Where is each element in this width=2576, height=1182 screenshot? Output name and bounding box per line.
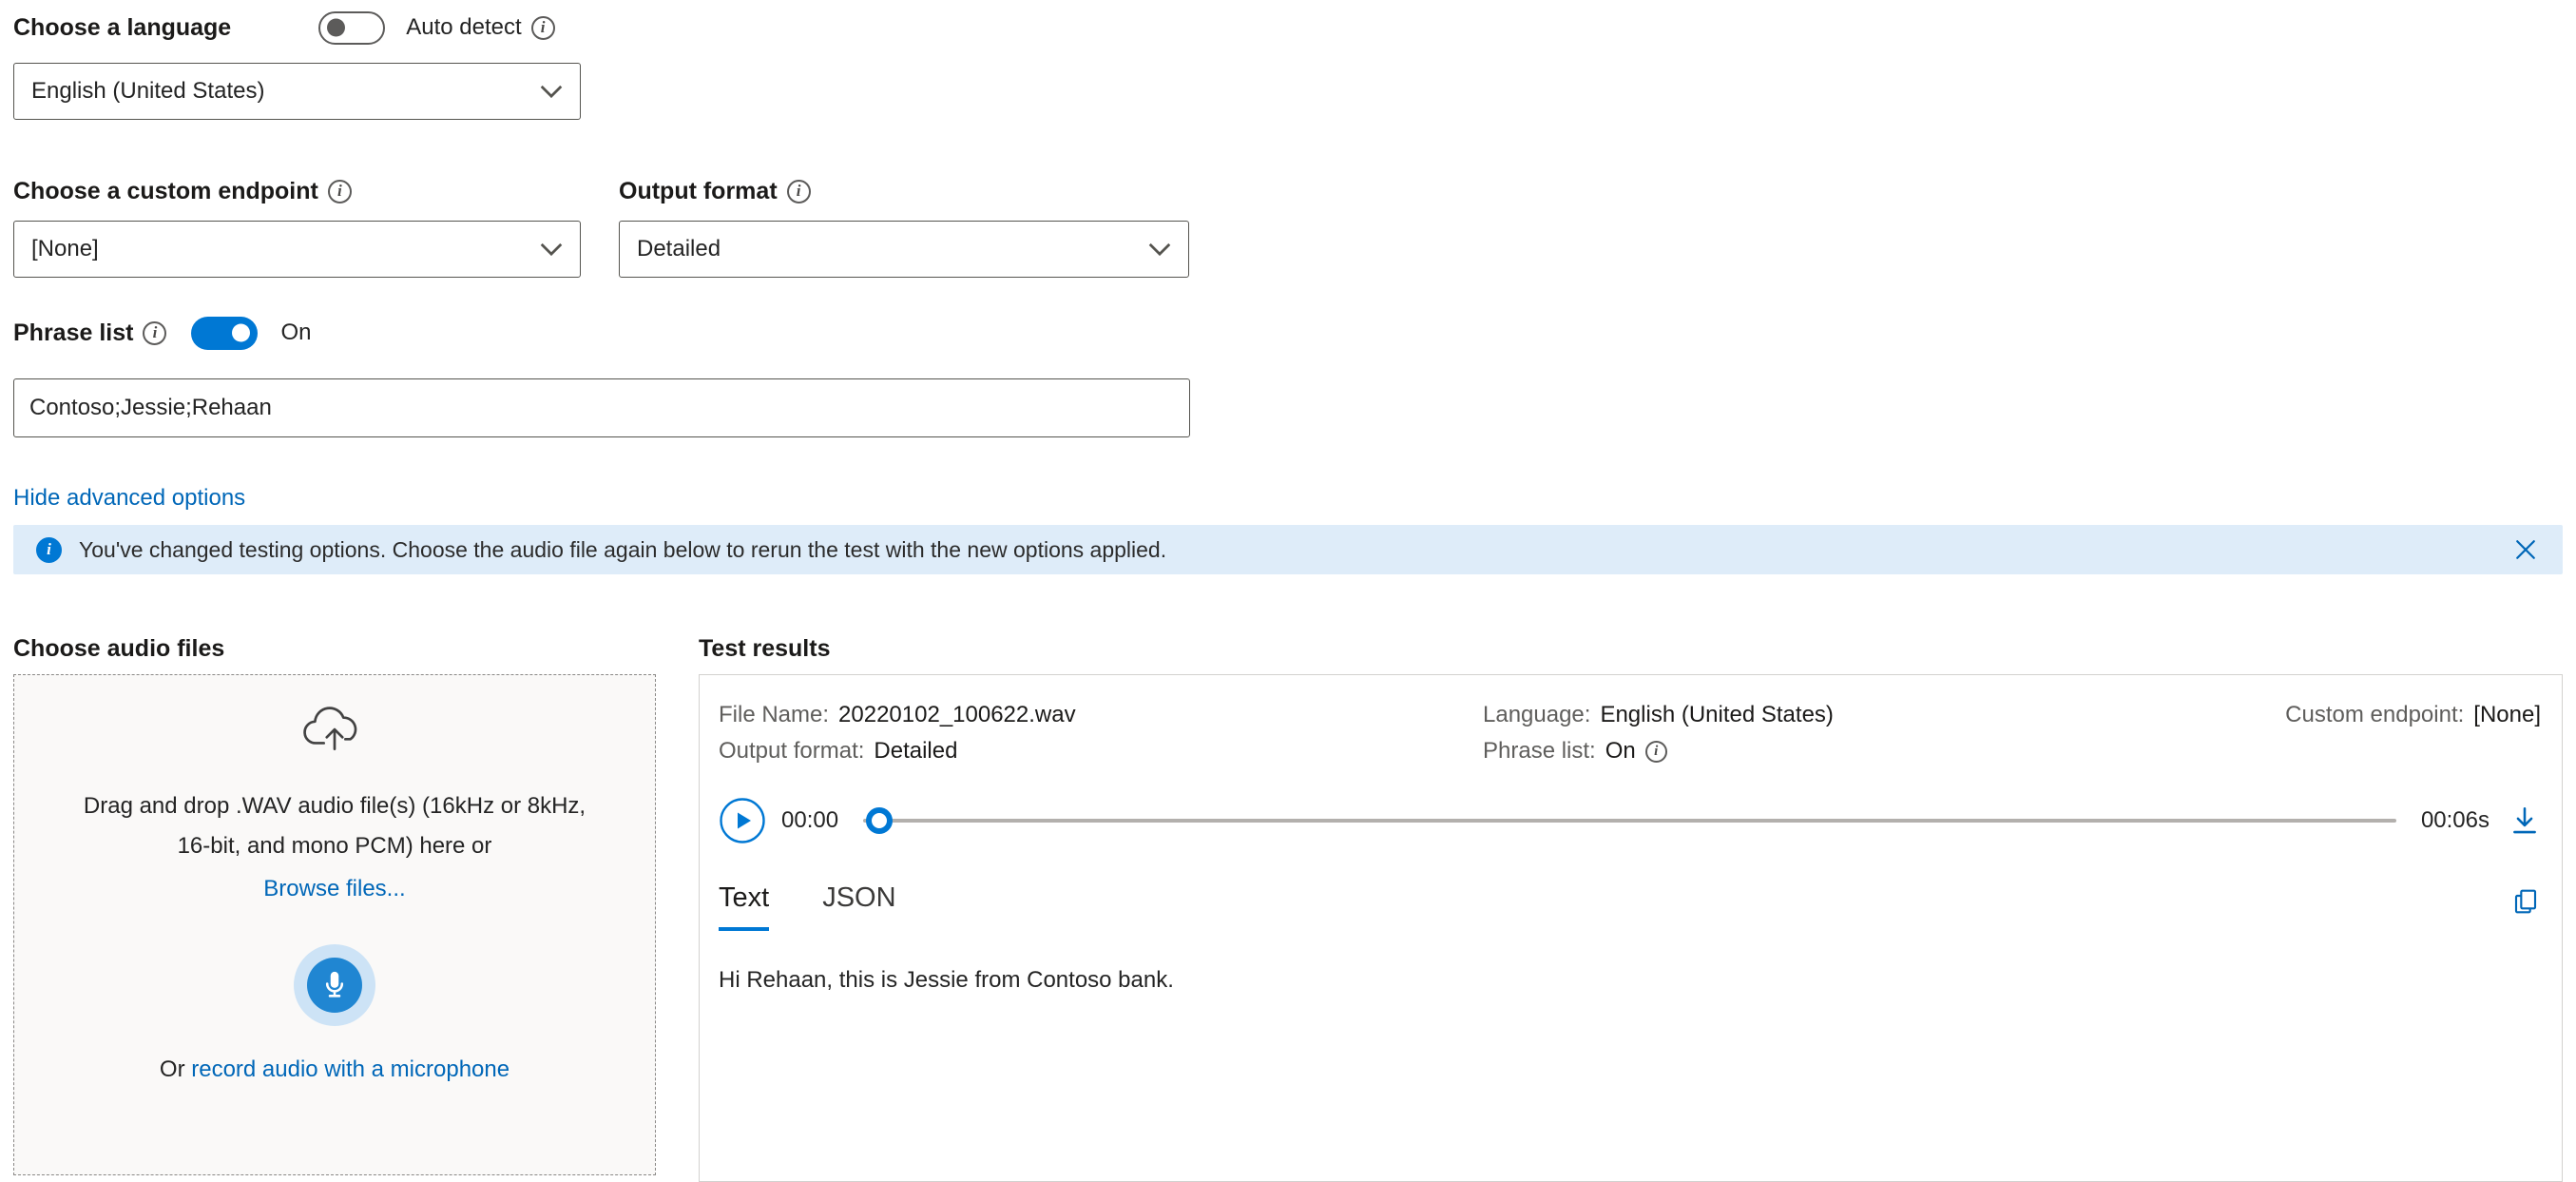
phrase-list-field: Phrase list: On xyxy=(1483,738,2285,765)
hide-advanced-options-link[interactable]: Hide advanced options xyxy=(13,485,245,512)
toggle-knob xyxy=(232,324,250,342)
phrase-list-value: On xyxy=(1605,738,1636,765)
banner-message: You've changed testing options. Choose t… xyxy=(79,537,2494,563)
results-tabs: Text JSON xyxy=(719,882,896,931)
info-icon[interactable] xyxy=(1645,741,1667,763)
tab-text[interactable]: Text xyxy=(719,882,769,931)
close-icon[interactable] xyxy=(2511,535,2540,564)
slider-track xyxy=(863,819,2396,823)
language-field: Language: English (United States) xyxy=(1483,702,2285,728)
record-audio-line: Or record audio with a microphone xyxy=(14,1056,655,1083)
copy-icon[interactable] xyxy=(2510,886,2541,917)
language-label: Language: xyxy=(1483,702,1590,728)
output-format-dropdown-value: Detailed xyxy=(637,236,721,262)
auto-detect-toggle[interactable] xyxy=(318,11,385,45)
record-audio-link[interactable]: record audio with a microphone xyxy=(191,1056,509,1082)
play-button[interactable] xyxy=(719,797,766,844)
file-name-label: File Name: xyxy=(719,702,829,728)
info-banner: You've changed testing options. Choose t… xyxy=(13,525,2563,574)
audio-and-results-section: Choose audio files Drag and drop .WAV au… xyxy=(13,635,2563,1182)
output-format-dropdown[interactable]: Detailed xyxy=(619,221,1189,278)
result-metadata: File Name: 20220102_100622.wav Language:… xyxy=(719,702,2541,765)
language-label-row: Choose a language Auto detect xyxy=(13,11,2563,44)
phrase-list-label: Phrase list xyxy=(13,320,133,347)
current-time: 00:00 xyxy=(781,807,838,834)
custom-endpoint-dropdown-value: [None] xyxy=(31,236,99,262)
info-icon[interactable] xyxy=(787,180,811,203)
output-format-field: Output format Detailed xyxy=(619,175,1189,278)
custom-endpoint-dropdown[interactable]: [None] xyxy=(13,221,581,278)
language-value: English (United States) xyxy=(1600,702,1833,728)
phrase-list-toggle[interactable] xyxy=(191,317,258,350)
auto-detect-label: Auto detect xyxy=(406,14,521,41)
output-format-value: Detailed xyxy=(874,738,957,765)
dropzone-instructions: Drag and drop .WAV audio file(s) (16kHz … xyxy=(74,786,595,866)
output-format-label: Output format: xyxy=(719,738,864,765)
microphone-icon xyxy=(307,958,362,1013)
info-icon xyxy=(36,537,62,563)
record-microphone-button[interactable] xyxy=(294,944,375,1026)
audio-player: 00:00 00:06s xyxy=(719,797,2541,844)
endpoint-format-row: Choose a custom endpoint [None] Output f… xyxy=(13,175,2563,278)
cloud-upload-icon xyxy=(302,704,367,753)
custom-endpoint-label: Choose a custom endpoint xyxy=(13,178,318,205)
choose-language-label: Choose a language xyxy=(13,14,231,42)
output-format-field: Output format: Detailed xyxy=(719,738,1483,765)
choose-audio-files-section: Choose audio files Drag and drop .WAV au… xyxy=(13,635,656,1182)
info-icon[interactable] xyxy=(143,321,166,345)
transcript-text: Hi Rehaan, this is Jessie from Contoso b… xyxy=(719,967,2541,994)
phrase-list-state: On xyxy=(280,320,311,346)
duration-time: 00:06s xyxy=(2421,807,2489,834)
browse-files-link[interactable]: Browse files... xyxy=(263,876,405,901)
chevron-down-icon xyxy=(1148,242,1171,256)
chevron-down-icon xyxy=(540,85,563,98)
choose-audio-files-heading: Choose audio files xyxy=(13,635,656,663)
custom-endpoint-field: Choose a custom endpoint [None] xyxy=(13,175,581,278)
chevron-down-icon xyxy=(540,242,563,256)
phrase-list-input[interactable] xyxy=(13,378,1190,437)
toggle-knob xyxy=(327,19,345,37)
speech-to-text-test-page: Choose a language Auto detect English (U… xyxy=(0,0,2576,1182)
language-dropdown-value: English (United States) xyxy=(31,78,264,105)
language-dropdown[interactable]: English (United States) xyxy=(13,63,581,120)
audio-progress-slider[interactable] xyxy=(863,804,2396,837)
file-name-value: 20220102_100622.wav xyxy=(838,702,1076,728)
test-results-heading: Test results xyxy=(699,635,2563,663)
phrase-list-row: Phrase list On xyxy=(13,316,2563,350)
custom-endpoint-value: [None] xyxy=(2473,702,2541,728)
audio-dropzone[interactable]: Drag and drop .WAV audio file(s) (16kHz … xyxy=(13,674,656,1175)
results-tabs-row: Text JSON xyxy=(719,882,2541,931)
test-results-section: Test results File Name: 20220102_100622.… xyxy=(699,635,2563,1182)
info-icon[interactable] xyxy=(328,180,352,203)
file-name-field: File Name: 20220102_100622.wav xyxy=(719,702,1483,728)
slider-thumb[interactable] xyxy=(866,807,893,834)
output-format-label: Output format xyxy=(619,178,778,205)
test-results-panel: File Name: 20220102_100622.wav Language:… xyxy=(699,674,2563,1182)
info-icon[interactable] xyxy=(531,16,555,40)
tab-json[interactable]: JSON xyxy=(822,882,895,931)
download-icon[interactable] xyxy=(2509,804,2541,837)
custom-endpoint-label: Custom endpoint: xyxy=(2285,702,2464,728)
record-prefix: Or xyxy=(160,1056,191,1082)
custom-endpoint-field: Custom endpoint: [None] xyxy=(2285,702,2541,728)
phrase-list-label: Phrase list: xyxy=(1483,738,1596,765)
